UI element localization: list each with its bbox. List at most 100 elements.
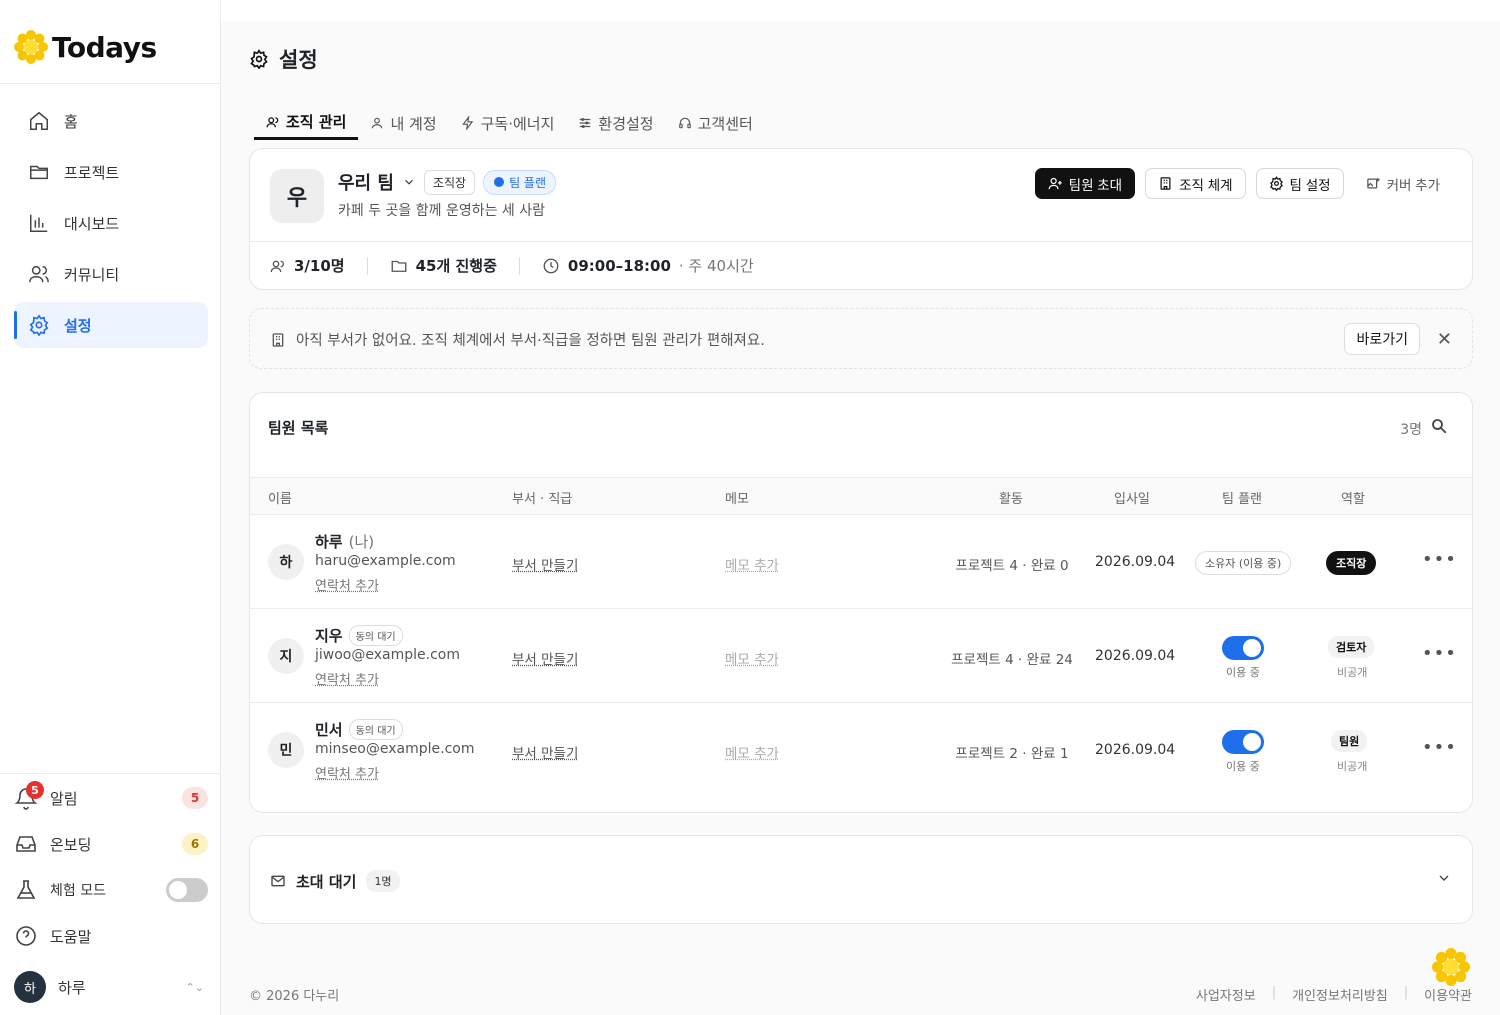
user-plus-icon xyxy=(1048,177,1062,190)
column-header: 팀 플랜 xyxy=(1222,492,1263,507)
trial-mode-toggle[interactable] xyxy=(166,878,208,902)
add-memo-link[interactable]: 메모 추가 xyxy=(725,742,779,762)
pending-invites-card[interactable]: 초대 대기 1명 xyxy=(249,835,1473,924)
flask-icon xyxy=(16,880,36,899)
sidebar-item-alerts[interactable]: 5 알림 5 xyxy=(14,780,208,816)
member-email: haru@example.com xyxy=(315,553,456,569)
role-badge: 조직장 xyxy=(1326,551,1377,575)
role-visibility: 비공개 xyxy=(1337,666,1368,679)
add-contact-link[interactable]: 연락처 추가 xyxy=(315,575,379,594)
divider: | xyxy=(1271,985,1277,1000)
image-plus-icon xyxy=(1366,177,1380,189)
more-icon[interactable]: ••• xyxy=(1422,643,1457,664)
org-avatar: 우 xyxy=(270,169,324,223)
sidebar-item-community[interactable]: 커뮤니티 xyxy=(14,251,208,297)
table-row[interactable]: 지 지우 동의 대기 jiwoo@example.com 연락처 추가 부서 만… xyxy=(250,610,1472,703)
tab-label: 환경설정 xyxy=(598,114,654,133)
tab-support[interactable]: 고객센터 xyxy=(666,106,765,140)
add-memo-link[interactable]: 메모 추가 xyxy=(725,648,779,668)
tab-preferences[interactable]: 환경설정 xyxy=(566,106,665,140)
team-settings-button[interactable]: 팀 설정 xyxy=(1255,168,1344,199)
column-header: 메모 xyxy=(725,492,749,507)
role-tag: 조직장 xyxy=(423,169,476,195)
sunflower-helper-icon[interactable] xyxy=(1432,948,1470,986)
more-icon[interactable]: ••• xyxy=(1422,737,1457,758)
tab-label: 내 계정 xyxy=(390,114,437,133)
button-label: 커버 추가 xyxy=(1386,177,1440,193)
role-badge[interactable]: 팀원 xyxy=(1331,730,1368,752)
role-visibility: 비공개 xyxy=(1337,760,1368,773)
role-badge[interactable]: 검토자 xyxy=(1328,636,1375,658)
brand-name: Todays xyxy=(52,30,157,64)
footer-link-business-info[interactable]: 사업자정보 xyxy=(1196,985,1256,1004)
column-header: 이름 xyxy=(268,492,292,507)
plan-tag-label: 팀 플랜 xyxy=(509,175,547,190)
brand-logo[interactable]: Todays xyxy=(14,30,157,64)
sliders-icon xyxy=(580,118,591,128)
table-row[interactable]: 하 하루 (나) haru@example.com 연락처 추가 부서 만들기 … xyxy=(250,516,1472,609)
search-icon[interactable] xyxy=(1430,417,1448,435)
plan-status-label: 이용 중 xyxy=(1226,760,1260,773)
tab-subscription[interactable]: 구독·에너지 xyxy=(449,106,567,140)
sidebar-item-projects[interactable]: 프로젝트 xyxy=(14,149,208,195)
add-cover-button[interactable]: 커버 추가 xyxy=(1353,168,1452,199)
sidebar-item-label: 도움말 xyxy=(50,927,92,946)
sidebar-item-home[interactable]: 홈 xyxy=(14,98,208,144)
divider xyxy=(0,83,220,84)
sidebar-item-label: 알림 xyxy=(50,789,78,808)
plan-toggle[interactable] xyxy=(1222,636,1264,660)
projects-stat-value: 45개 진행중 xyxy=(415,257,497,275)
invite-member-button[interactable]: 팀원 초대 xyxy=(1034,168,1136,199)
member-name-text: 하루 xyxy=(315,533,343,551)
pending-invites-count: 1명 xyxy=(366,870,400,892)
column-header: 활동 xyxy=(999,492,1023,507)
footer-link-privacy[interactable]: 개인정보처리방침 xyxy=(1292,985,1388,1004)
sidebar-item-help[interactable]: 도움말 xyxy=(14,918,208,954)
folder-icon xyxy=(391,260,407,272)
create-department-link[interactable]: 부서 만들기 xyxy=(512,648,578,668)
button-label: 조직 체계 xyxy=(1179,177,1233,193)
tab-org-management[interactable]: 조직 관리 xyxy=(254,106,359,140)
tab-label: 구독·에너지 xyxy=(480,114,555,133)
chevron-down-icon[interactable] xyxy=(1436,870,1452,886)
button-label: 팀 설정 xyxy=(1289,177,1331,193)
add-contact-link[interactable]: 연락처 추가 xyxy=(315,763,379,782)
users-icon xyxy=(29,265,49,283)
plan-status-badge: 소유자 (이용 중) xyxy=(1195,551,1292,575)
bar-chart-icon xyxy=(30,214,48,232)
member-name-text: 지우 xyxy=(315,627,343,645)
column-header: 역할 xyxy=(1341,492,1365,507)
org-actions: 팀원 초대 조직 체계 팀 설정 커버 추가 xyxy=(1034,168,1452,199)
sidebar: Todays 홈 프로젝트 대시보드 커뮤니티 설정 5 알림 5 온보딩 6 … xyxy=(0,0,221,1015)
go-to-structure-button[interactable]: 바로가기 xyxy=(1344,323,1420,355)
tab-my-account[interactable]: 내 계정 xyxy=(358,106,448,140)
add-contact-link[interactable]: 연락처 추가 xyxy=(315,669,379,688)
user-menu[interactable]: 하 하루 ⌃⌄ xyxy=(14,969,208,1005)
plan-toggle[interactable] xyxy=(1222,730,1264,754)
org-structure-button[interactable]: 조직 체계 xyxy=(1145,168,1246,199)
chevron-down-icon[interactable] xyxy=(402,175,416,189)
org-name[interactable]: 우리 팀 xyxy=(338,169,394,195)
create-department-link[interactable]: 부서 만들기 xyxy=(512,742,578,762)
sidebar-item-onboarding[interactable]: 온보딩 6 xyxy=(14,826,208,862)
footer-link-terms[interactable]: 이용약관 xyxy=(1424,985,1472,1004)
home-icon xyxy=(30,111,48,130)
projects-stat: 45개 진행중 xyxy=(390,255,497,276)
member-name-text: 민서 xyxy=(315,721,343,739)
sidebar-item-label: 프로젝트 xyxy=(64,163,120,182)
column-header: 입사일 xyxy=(1114,492,1150,507)
avatar: 지 xyxy=(268,638,304,674)
sidebar-item-label: 체험 모드 xyxy=(50,883,106,899)
sidebar-item-dashboard[interactable]: 대시보드 xyxy=(14,200,208,246)
create-department-link[interactable]: 부서 만들기 xyxy=(512,554,578,574)
add-memo-link[interactable]: 메모 추가 xyxy=(725,554,779,574)
sidebar-item-settings[interactable]: 설정 xyxy=(14,302,208,348)
more-icon[interactable]: ••• xyxy=(1422,549,1457,570)
members-stat-value: 3/10명 xyxy=(294,257,345,275)
sidebar-item-label: 대시보드 xyxy=(64,214,120,233)
table-row[interactable]: 민 민서 동의 대기 minseo@example.com 연락처 추가 부서 … xyxy=(250,704,1472,797)
members-stat: 3/10명 xyxy=(270,255,345,276)
settings-tabs: 조직 관리 내 계정 구독·에너지 환경설정 고객센터 xyxy=(254,106,765,140)
close-icon[interactable]: ✕ xyxy=(1437,329,1452,350)
plan-status-label: 이용 중 xyxy=(1226,666,1260,679)
